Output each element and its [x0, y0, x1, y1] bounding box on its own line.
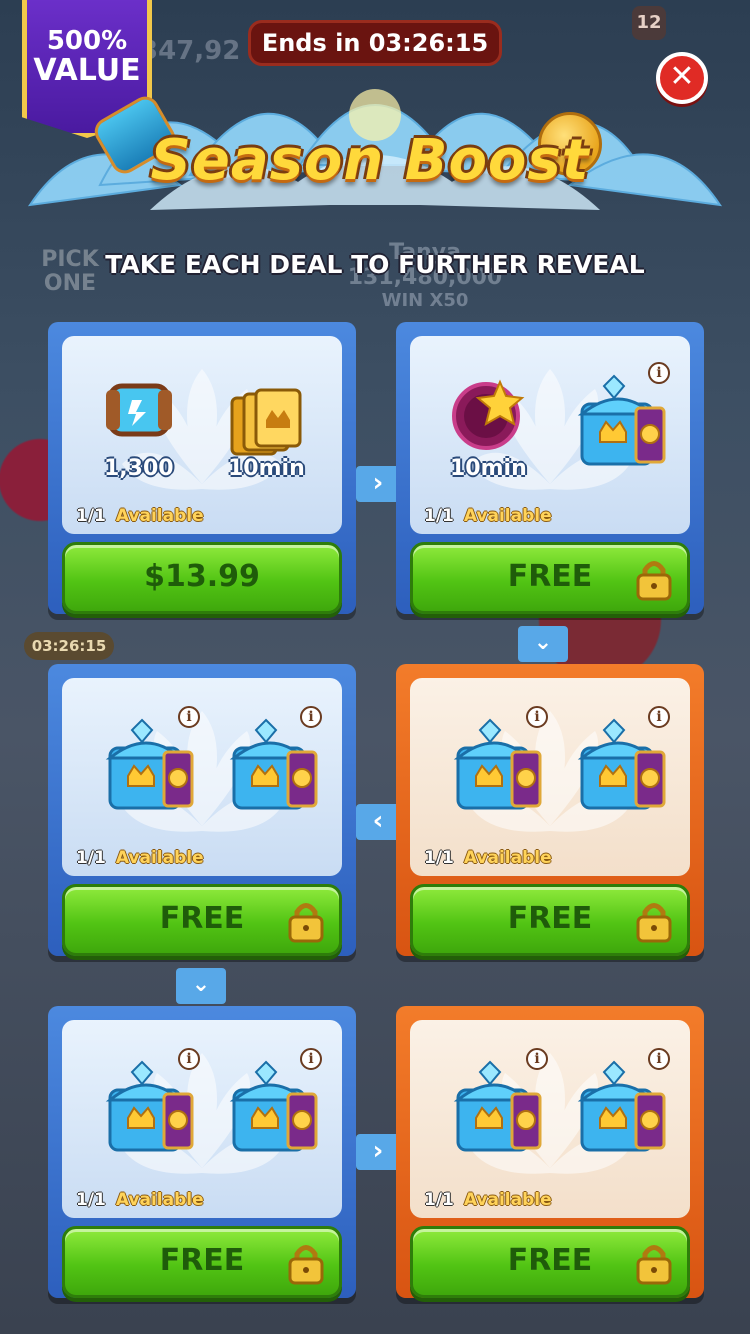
offer-subtitle: TAKE EACH DEAL TO FURTHER REVEAL [105, 250, 645, 279]
availability-label: Available [115, 506, 204, 526]
arrow-down-icon: ⌄ [176, 968, 226, 1004]
availability-count: 1/1 [424, 848, 454, 868]
arrow-right-icon: › [356, 1134, 400, 1170]
ends-in-timer: Ends in 03:26:15 [248, 20, 502, 66]
star-boost-duration: 10min [450, 456, 527, 481]
chest-icon [108, 718, 194, 810]
info-icon[interactable]: i [526, 1048, 548, 1070]
chest-icon [580, 1060, 666, 1152]
value-label: VALUE [33, 52, 141, 88]
side-event-timer: 03:26:15 [24, 632, 114, 660]
hammer-amount: 1,300 [104, 456, 174, 481]
chest-icon [232, 718, 318, 810]
availability: 1/1 Available [76, 848, 204, 868]
deal-card-1: 1,300 10min 1/1 Available $13.99 [48, 322, 356, 614]
chest-icon [456, 718, 542, 810]
chest-icon [456, 1060, 542, 1152]
info-icon[interactable]: i [648, 362, 670, 384]
deal-card-content: i i 1/1 Available [410, 678, 690, 876]
claim-button-label: FREE [507, 901, 593, 936]
claim-free-button[interactable]: FREE [410, 542, 690, 614]
background-coin-count: 347,92 [140, 36, 241, 66]
availability: 1/1 Available [424, 506, 552, 526]
availability-count: 1/1 [76, 1190, 106, 1210]
gold-cards-duration: 10min [228, 456, 305, 481]
info-icon[interactable]: i [178, 706, 200, 728]
hammer-icon [106, 383, 172, 437]
deal-card-2: 10min i 1/1 Available FREE [396, 322, 704, 614]
availability-count: 1/1 [424, 506, 454, 526]
availability-label: Available [463, 1190, 552, 1210]
deal-card-content: 10min i 1/1 Available [410, 336, 690, 534]
claim-free-button[interactable]: FREE [62, 1226, 342, 1298]
availability-count: 1/1 [76, 506, 106, 526]
availability-count: 1/1 [76, 848, 106, 868]
availability: 1/1 Available [424, 848, 552, 868]
claim-free-button[interactable]: FREE [410, 1226, 690, 1298]
claim-free-button[interactable]: FREE [410, 884, 690, 956]
info-icon[interactable]: i [648, 1048, 670, 1070]
value-percent: 500% [46, 25, 128, 56]
arrow-right-icon: › [356, 466, 400, 502]
deal-card-content: i i 1/1 Available [410, 1020, 690, 1218]
claim-button-label: FREE [159, 901, 245, 936]
deal-card-4: i i 1/1 Available FREE [396, 664, 704, 956]
info-icon[interactable]: i [300, 706, 322, 728]
availability-label: Available [115, 1190, 204, 1210]
arrow-left-icon: ‹ [356, 804, 400, 840]
availability: 1/1 Available [76, 506, 204, 526]
lock-icon [287, 899, 325, 943]
deal-card-6: i i 1/1 Available FREE [396, 1006, 704, 1298]
lock-icon [287, 1241, 325, 1285]
info-icon[interactable]: i [178, 1048, 200, 1070]
star-boost-icon [452, 379, 525, 450]
lock-icon [635, 899, 673, 943]
win-multiplier: WIN X50 [381, 290, 469, 311]
claim-button-label: FREE [507, 559, 593, 594]
chest-icon [232, 1060, 318, 1152]
arrow-down-icon: ⌄ [518, 626, 568, 662]
deal-card-5: i i 1/1 Available FREE [48, 1006, 356, 1298]
info-icon[interactable]: i [300, 1048, 322, 1070]
lock-icon [635, 557, 673, 601]
claim-free-button[interactable]: FREE [62, 884, 342, 956]
info-icon[interactable]: i [526, 706, 548, 728]
offer-title: Season Boost [150, 128, 590, 193]
buy-button[interactable]: $13.99 [62, 542, 342, 614]
deal-card-3: i i 1/1 Available FREE [48, 664, 356, 956]
chest-icon [580, 374, 666, 466]
close-button[interactable]: ✕ [656, 52, 708, 104]
claim-button-label: FREE [159, 1243, 245, 1278]
buy-button-label: $13.99 [144, 559, 260, 594]
notification-badge: 12 [632, 6, 666, 40]
deal-card-content: i i 1/1 Available [62, 678, 342, 876]
deal-card-content: 1,300 10min 1/1 Available [62, 336, 342, 534]
claim-button-label: FREE [507, 1243, 593, 1278]
availability-count: 1/1 [424, 1190, 454, 1210]
gold-cards-icon [230, 388, 302, 456]
chest-icon [580, 718, 666, 810]
close-x-icon: ✕ [669, 59, 695, 94]
lock-icon [635, 1241, 673, 1285]
chest-icon [108, 1060, 194, 1152]
availability-label: Available [463, 848, 552, 868]
availability: 1/1 Available [76, 1190, 204, 1210]
availability: 1/1 Available [424, 1190, 552, 1210]
info-icon[interactable]: i [648, 706, 670, 728]
availability-label: Available [115, 848, 204, 868]
deal-card-content: i i 1/1 Available [62, 1020, 342, 1218]
availability-label: Available [463, 506, 552, 526]
